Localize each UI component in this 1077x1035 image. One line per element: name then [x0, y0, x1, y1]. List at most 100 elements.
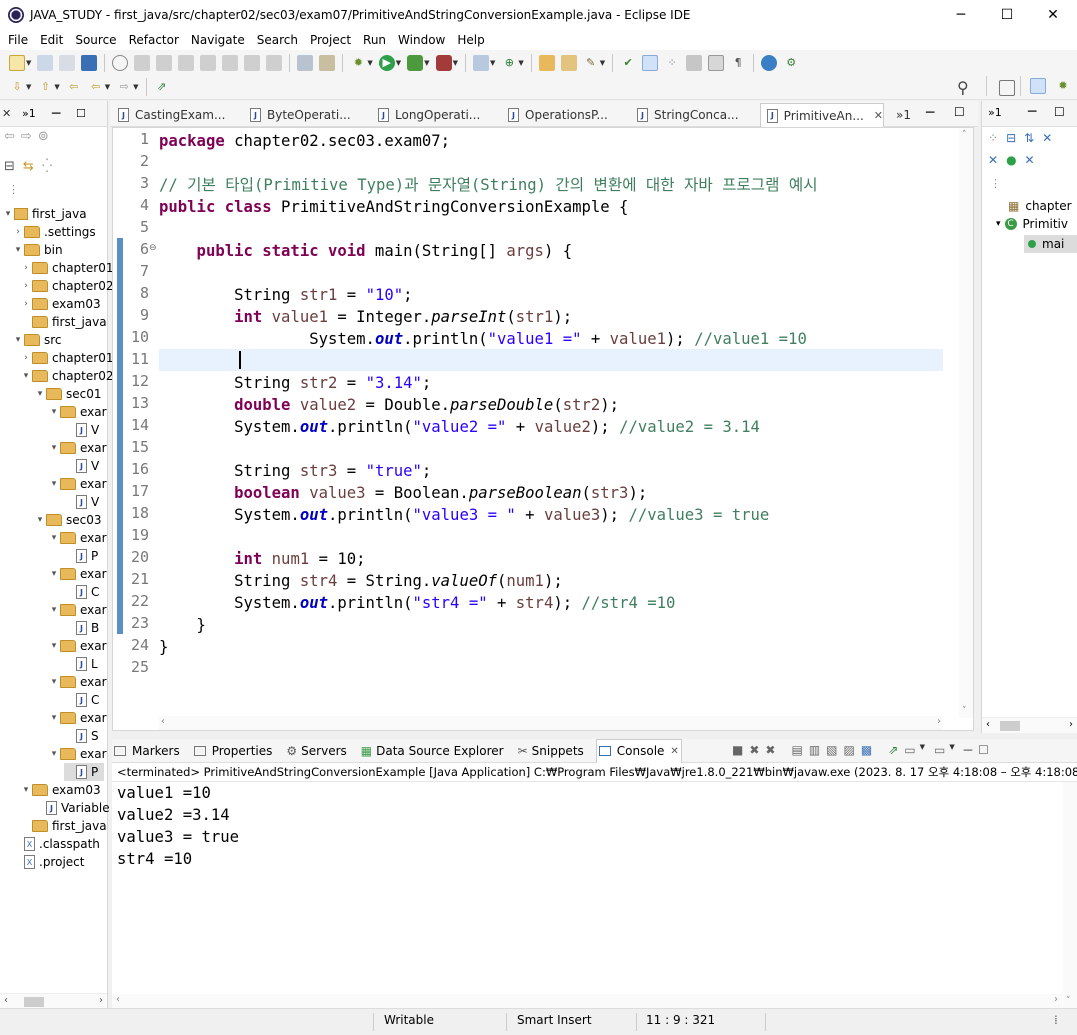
tree-item[interactable]: ▾ bin: [12, 241, 63, 259]
scroll-left-icon[interactable]: ‹: [986, 719, 990, 730]
toggle-annotation-icon[interactable]: ✔: [620, 55, 636, 71]
resume-icon[interactable]: [134, 55, 151, 71]
clear-console-icon[interactable]: ▤: [791, 743, 802, 759]
scroll-right-icon[interactable]: ›: [99, 995, 103, 1006]
tree-item[interactable]: › chapter01: [20, 349, 113, 367]
focus-icon[interactable]: ⊟: [1006, 131, 1016, 145]
external-tools-icon[interactable]: [435, 55, 452, 71]
toggle-breakpoint-icon[interactable]: [297, 55, 314, 71]
tree-item[interactable]: X .classpath: [12, 835, 100, 853]
terminate-icon[interactable]: ■: [732, 743, 743, 759]
tree-item[interactable]: J Variable: [34, 799, 110, 817]
debug-icon[interactable]: ✹: [350, 55, 366, 71]
search-icon[interactable]: ⚲: [957, 78, 969, 97]
chevron-down-icon[interactable]: ▾: [12, 335, 24, 345]
tree-item[interactable]: ▾ exar: [48, 637, 107, 655]
new-java-project-icon[interactable]: [472, 55, 489, 71]
menu-refactor[interactable]: Refactor: [123, 33, 185, 47]
save-icon[interactable]: [37, 55, 54, 71]
tree-item[interactable]: ▾ sec03: [34, 511, 102, 529]
back-nav-icon[interactable]: ⇦: [4, 129, 15, 144]
chevron-down-icon[interactable]: ▾: [48, 569, 60, 579]
show-on-output-icon[interactable]: ▨: [844, 743, 855, 759]
forward-nav-icon[interactable]: ⇨: [21, 129, 32, 144]
scroll-down-icon[interactable]: ˅: [1066, 996, 1071, 1006]
menu-project[interactable]: Project: [304, 33, 357, 47]
chevron-down-icon[interactable]: ▾: [48, 749, 60, 759]
scroll-left-icon[interactable]: ‹: [116, 994, 120, 1005]
use-step-filters-icon[interactable]: [319, 55, 336, 71]
tab-servers[interactable]: ⚙ Servers: [284, 744, 348, 758]
tree-item[interactable]: JL: [64, 655, 98, 673]
chevron-down-icon[interactable]: ▾: [2, 209, 14, 219]
debug-perspective-icon[interactable]: ✹: [1055, 78, 1071, 94]
resize-grip-icon[interactable]: ⁞: [1054, 1013, 1058, 1027]
editor-hscroll[interactable]: ‹ ›: [159, 716, 943, 730]
java-perspective-icon[interactable]: [1030, 78, 1046, 94]
chevron-down-icon[interactable]: ▾: [34, 389, 46, 399]
tree-item[interactable]: JV: [64, 457, 99, 475]
tree-item[interactable]: ▾ exar: [48, 439, 107, 457]
maximize-view-icon[interactable]: ☐: [76, 107, 94, 120]
view-menu-icon[interactable]: ⋮: [8, 183, 19, 196]
step-return-icon[interactable]: [266, 55, 283, 71]
new-java-class-icon[interactable]: ⊕: [501, 55, 517, 71]
display-console-icon[interactable]: ▭: [904, 743, 915, 759]
hide-fields-icon[interactable]: ✕: [1042, 131, 1052, 145]
open-console-icon[interactable]: ▭: [934, 743, 945, 759]
menu-source[interactable]: Source: [69, 33, 122, 47]
tree-item[interactable]: JV: [64, 421, 99, 439]
menu-search[interactable]: Search: [251, 33, 304, 47]
menu-edit[interactable]: Edit: [34, 33, 69, 47]
tree-item[interactable]: JV: [64, 493, 99, 511]
tab-properties[interactable]: Properties: [192, 744, 275, 758]
remove-launch-icon[interactable]: ✖: [749, 743, 759, 759]
outline-class[interactable]: ▾ C Primitiv: [996, 217, 1068, 231]
scroll-left-icon[interactable]: ‹: [161, 716, 165, 727]
close-tab-icon[interactable]: ✕: [670, 746, 678, 757]
menu-window[interactable]: Window: [392, 33, 451, 47]
outline-method[interactable]: mai: [1024, 235, 1077, 253]
chevron-down-icon[interactable]: ▾: [20, 371, 32, 381]
chevron-right-icon[interactable]: ›: [12, 227, 24, 237]
tab-snippets[interactable]: ✂ Snippets: [516, 744, 586, 758]
tree-item[interactable]: first_java: [20, 817, 107, 835]
chevron-down-icon[interactable]: ▾: [48, 605, 60, 615]
tree-item[interactable]: first_java: [20, 313, 107, 331]
menu-run[interactable]: Run: [357, 33, 392, 47]
perspective-icon[interactable]: ⚙: [783, 55, 799, 71]
menu-help[interactable]: Help: [451, 33, 490, 47]
open-task-icon[interactable]: [560, 55, 577, 71]
forward-icon[interactable]: ⇨: [116, 79, 132, 95]
tab-operations[interactable]: J OperationsP...: [502, 103, 630, 127]
chevron-down-icon[interactable]: ▼: [26, 59, 31, 67]
whitespace-icon[interactable]: [708, 55, 725, 71]
tab-casting[interactable]: J CastingExam...: [112, 103, 242, 127]
menu-navigate[interactable]: Navigate: [185, 33, 251, 47]
tree-item[interactable]: ▾ exar: [48, 475, 107, 493]
tree-item[interactable]: ▾ exar: [48, 565, 107, 583]
scroll-left-icon[interactable]: ‹: [4, 995, 8, 1006]
chevron-down-icon[interactable]: ▾: [48, 533, 60, 543]
tree-item[interactable]: JS: [64, 727, 99, 745]
chevron-right-icon[interactable]: ›: [20, 263, 32, 273]
tree-item[interactable]: ▾ src: [12, 331, 62, 349]
chevron-right-icon[interactable]: ›: [20, 353, 32, 363]
hscroll-thumb[interactable]: [24, 997, 44, 1007]
menu-file[interactable]: File: [2, 33, 34, 47]
overview-ruler[interactable]: ˄ ˅: [959, 128, 973, 718]
tree-item[interactable]: ▾ chapter02: [20, 367, 114, 385]
suspend-icon[interactable]: [156, 55, 173, 71]
search-tool-icon[interactable]: ✎: [583, 55, 599, 71]
tab-data-source-explorer[interactable]: ▦ Data Source Explorer: [359, 744, 506, 758]
chevron-down-icon[interactable]: ▾: [48, 641, 60, 651]
tab-long[interactable]: J LongOperati...: [372, 103, 500, 127]
tree-item[interactable]: JC: [64, 583, 99, 601]
console-vscroll[interactable]: ˅: [1063, 782, 1077, 1008]
close-tab-icon[interactable]: ✕: [874, 109, 883, 122]
console-output[interactable]: value1 =10 value2 =3.14 value3 = true st…: [112, 781, 1077, 1008]
pin-editor-icon[interactable]: ⇗: [154, 79, 170, 95]
run-icon[interactable]: ▶: [378, 55, 395, 71]
coverage-icon[interactable]: [407, 55, 424, 71]
scroll-right-icon[interactable]: ›: [937, 716, 941, 727]
